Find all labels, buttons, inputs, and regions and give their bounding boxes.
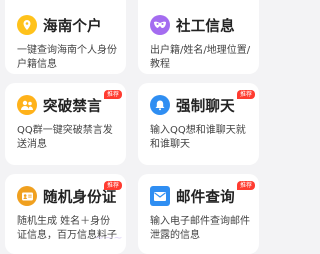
card-hainan-household[interactable]: 海南个户 一键查询海南个人身份户籍信息 [5,0,126,74]
recommend-badge: 推荐 [103,90,122,99]
card-description: 随机生成 姓名＋身份证信息，百万信息料子 [17,216,117,241]
card-title: 海南个户 [43,18,102,35]
card-description: 一键查询海南个人身份户籍信息 [17,45,117,70]
card-header: 突破禁言 [17,92,118,118]
card-title: 强制聊天 [176,98,235,115]
card-description: 输入QQ想和谁聊天就和谁聊天 [150,125,246,150]
card-description: 输入电子邮件查询邮件泄露的信息 [150,216,250,241]
mask-icon [150,15,170,35]
card-description: QQ群一键突破禁言发送消息 [17,125,113,150]
card-header: 邮件查询 [150,183,251,209]
bell-icon [150,95,170,115]
card-title: 邮件查询 [176,189,235,206]
card-title: 突破禁言 [43,98,102,115]
location-pin-icon [17,15,37,35]
recommend-badge: 推荐 [236,90,255,99]
card-header: 海南个户 [17,12,118,38]
card-email-lookup[interactable]: 推荐 邮件查询 输入电子邮件查询邮件泄露的信息 [138,174,259,254]
recommend-badge: 推荐 [236,181,255,190]
group-icon [17,95,37,115]
mail-icon [150,186,170,206]
card-header: 社工信息 [150,12,251,38]
card-break-mute[interactable]: 推荐 突破禁言 QQ群一键突破禁言发送消息 [5,83,126,165]
card-social-info[interactable]: 社工信息 出户籍/姓名/地理位置/教程 [138,0,259,74]
recommend-badge: 推荐 [103,181,122,190]
card-force-chat[interactable]: 推荐 强制聊天 输入QQ想和谁聊天就和谁聊天 [138,83,259,165]
card-header: 随机身份证 [17,183,118,209]
card-title: 社工信息 [176,18,235,35]
card-random-id[interactable]: 推荐 随机身份证 随机生成 姓名＋身份证信息，百万信息料子 [5,174,126,254]
id-card-icon [17,186,37,206]
card-description: 出户籍/姓名/地理位置/教程 [150,45,251,70]
card-header: 强制聊天 [150,92,251,118]
